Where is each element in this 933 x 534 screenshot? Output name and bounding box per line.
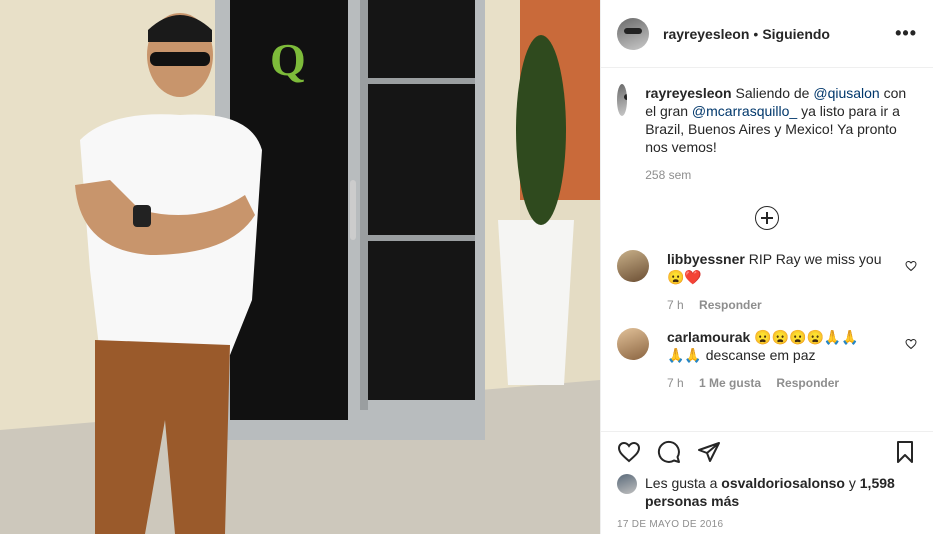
comment-body: carlamourak 😦😦😦😦🙏🙏 🙏🙏 descanse em paz 7 … — [667, 328, 859, 392]
reply-button[interactable]: Responder — [699, 298, 762, 312]
comment-meta: 7 h Responder — [667, 296, 882, 314]
mention-qiusalon[interactable]: @qiusalon — [813, 85, 879, 101]
photo-illustration: Q — [0, 0, 600, 534]
likes-prefix: Les gusta a — [645, 475, 718, 491]
header-separator: • — [753, 25, 759, 42]
comment-item: libbyessner RIP Ray we miss you 😦❤️ 7 h … — [617, 250, 917, 314]
likes-summary: Les gusta a osvaldoriosalonso y 1,598 pe… — [617, 474, 917, 510]
comment-like-icon[interactable] — [905, 338, 917, 350]
caption-time[interactable]: 258 sem — [645, 168, 691, 182]
comment-emojis: 😦❤️ — [667, 269, 702, 285]
plus-circle-icon[interactable] — [755, 206, 779, 230]
mention-mcarrasquillo[interactable]: @mcarrasquillo_ — [692, 103, 797, 119]
caption-body: rayreyesleon Saliendo de @qiusalon con e… — [645, 84, 917, 184]
comment-time[interactable]: 7 h — [667, 376, 684, 390]
heart-icon[interactable] — [617, 440, 641, 464]
bookmark-icon[interactable] — [893, 440, 917, 464]
reply-button[interactable]: Responder — [776, 376, 839, 390]
comment-like-icon[interactable] — [905, 260, 917, 272]
comment-meta: 7 h 1 Me gusta Responder — [667, 374, 859, 392]
share-icon[interactable] — [697, 440, 721, 464]
post-photo[interactable]: Q — [0, 0, 600, 534]
action-bar — [617, 440, 917, 464]
caption-meta: 258 sem — [645, 166, 917, 184]
comment-username[interactable]: libbyessner — [667, 251, 745, 267]
likes-text: Les gusta a osvaldoriosalonso y 1,598 pe… — [645, 474, 917, 510]
likes-conj: y — [848, 475, 856, 491]
caption-text-1: Saliendo de — [735, 85, 810, 101]
comment-likes[interactable]: 1 Me gusta — [699, 376, 761, 390]
comment-text-cont: 🙏🙏 descanse em paz — [667, 347, 816, 363]
divider — [601, 431, 933, 432]
comment-avatar[interactable] — [617, 250, 649, 282]
liker-avatar[interactable] — [617, 474, 637, 494]
comment-text: RIP Ray we miss you — [748, 251, 882, 267]
post-header: rayreyesleon • Siguiendo ••• — [601, 0, 933, 68]
author-avatar[interactable] — [617, 17, 649, 50]
comment-time[interactable]: 7 h — [667, 298, 684, 312]
caption-avatar[interactable] — [617, 84, 628, 116]
comment-item: carlamourak 😦😦😦😦🙏🙏 🙏🙏 descanse em paz 7 … — [617, 328, 917, 392]
author-username[interactable]: rayreyesleon — [663, 26, 749, 42]
caption-username[interactable]: rayreyesleon — [645, 85, 731, 101]
comment-icon[interactable] — [657, 440, 681, 464]
comment-username[interactable]: carlamourak — [667, 329, 750, 345]
liker-username[interactable]: osvaldoriosalonso — [721, 475, 845, 491]
post-date[interactable]: 17 DE MAYO DE 2016 — [617, 519, 723, 530]
following-button[interactable]: Siguiendo — [762, 26, 830, 42]
comment-avatar[interactable] — [617, 328, 649, 360]
svg-text:Q: Q — [270, 34, 306, 85]
comment-body: libbyessner RIP Ray we miss you 😦❤️ 7 h … — [667, 250, 882, 314]
more-icon[interactable]: ••• — [895, 23, 917, 44]
comment-text: 😦😦😦😦🙏🙏 — [754, 329, 859, 345]
post-modal: Q rayreyesleon • Siguiendo ••• rayreyesl… — [0, 0, 933, 534]
comments-section: rayreyesleon Saliendo de @qiusalon con e… — [601, 68, 933, 432]
post-sidebar: rayreyesleon • Siguiendo ••• rayreyesleo… — [600, 0, 933, 534]
caption: rayreyesleon Saliendo de @qiusalon con e… — [617, 84, 917, 184]
